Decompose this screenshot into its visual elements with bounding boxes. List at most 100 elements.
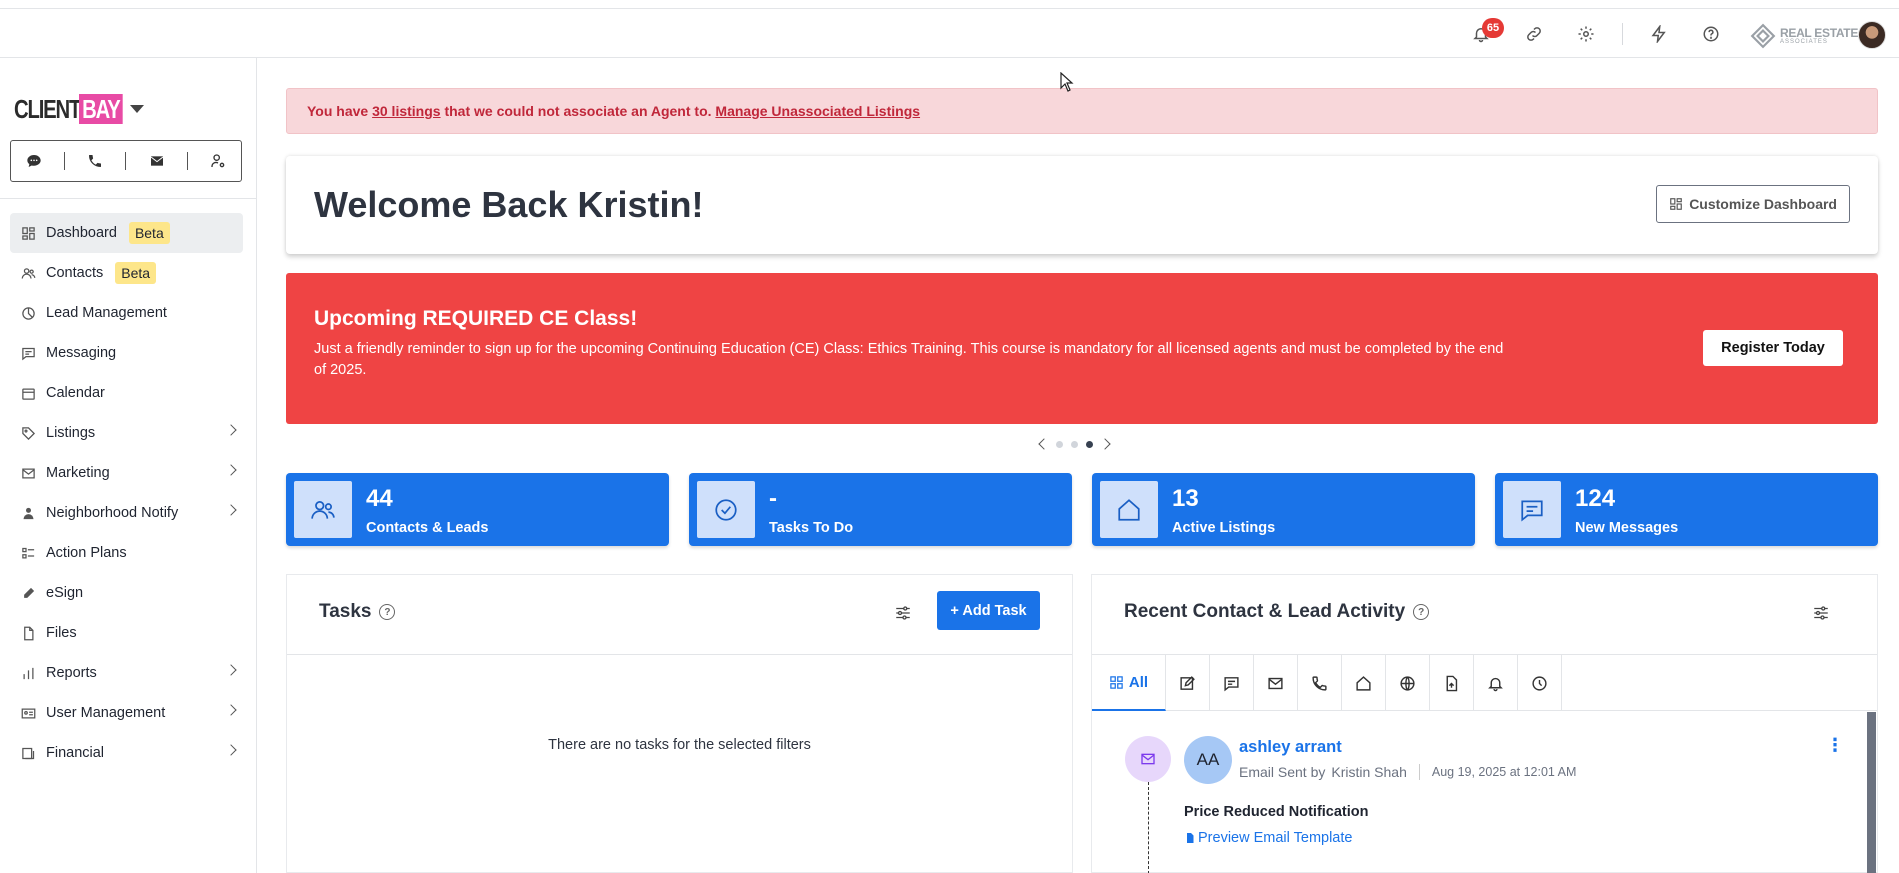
- customize-dashboard-button[interactable]: Customize Dashboard: [1656, 185, 1850, 223]
- sidebar-item-listings[interactable]: Listings: [10, 413, 243, 453]
- stat-label: Active Listings: [1172, 520, 1276, 536]
- quick-email-button[interactable]: [142, 146, 172, 176]
- help-button[interactable]: [1698, 21, 1724, 47]
- contact-name-link[interactable]: ashley arrant: [1239, 738, 1342, 757]
- quick-actions-button[interactable]: [1646, 21, 1672, 47]
- bar-chart-icon: [20, 665, 36, 681]
- add-task-button[interactable]: + Add Task: [937, 591, 1040, 630]
- sidebar-item-neighborhood-notify[interactable]: Neighborhood Notify: [10, 493, 243, 533]
- sidebar-item-label: eSign: [46, 585, 84, 601]
- sidebar-item-label: Calendar: [46, 385, 105, 401]
- tab-listings[interactable]: [1342, 655, 1386, 711]
- pie-chart-icon: [20, 305, 36, 321]
- help-icon[interactable]: ?: [379, 604, 396, 620]
- message-square-icon: [20, 345, 36, 361]
- carousel-dot[interactable]: [1071, 440, 1078, 448]
- quick-call-button[interactable]: [80, 146, 110, 176]
- tab-messages[interactable]: [1210, 655, 1254, 711]
- sidebar-item-messaging[interactable]: Messaging: [10, 333, 243, 373]
- calendar-icon: [20, 385, 36, 401]
- banner-body: Just a friendly reminder to sign up for …: [314, 341, 1504, 378]
- sidebar-item-calendar[interactable]: Calendar: [10, 373, 243, 413]
- notifications-button[interactable]: 65: [1468, 18, 1504, 47]
- client-bay-logo[interactable]: CLIENT BAY: [14, 94, 123, 125]
- help-icon[interactable]: ?: [1413, 604, 1430, 620]
- sidebar-item-contacts[interactable]: Contacts Beta: [10, 253, 243, 293]
- top-bar: 65 REAL ESTATE ASSOCIATES: [0, 8, 1899, 58]
- brand-client: CLIENT: [14, 94, 81, 124]
- sidebar-item-lead-management[interactable]: Lead Management: [10, 293, 243, 333]
- tab-all[interactable]: All: [1092, 655, 1166, 711]
- sidebar-item-label: Files: [46, 625, 77, 641]
- person-icon: [20, 505, 36, 521]
- sidebar-item-label: Marketing: [46, 465, 110, 481]
- links-button[interactable]: [1521, 21, 1547, 47]
- sidebar-item-financial[interactable]: Financial: [10, 733, 243, 773]
- house-icon: [1100, 481, 1158, 538]
- sidebar-item-esign[interactable]: eSign: [10, 573, 243, 613]
- tasks-filter-button[interactable]: [891, 601, 915, 625]
- stat-contacts-leads[interactable]: 44 Contacts & Leads: [286, 473, 669, 546]
- stat-value: 13: [1172, 485, 1199, 512]
- carousel-next-icon[interactable]: [1099, 438, 1111, 450]
- users-icon: [294, 481, 352, 538]
- tab-documents[interactable]: [1430, 655, 1474, 711]
- tag-icon: [20, 425, 36, 441]
- stat-tasks-to-do[interactable]: - Tasks To Do: [689, 473, 1072, 546]
- sidebar-item-marketing[interactable]: Marketing: [10, 453, 243, 493]
- tab-alerts[interactable]: [1474, 655, 1518, 711]
- tab-calls[interactable]: [1298, 655, 1342, 711]
- carousel-prev-icon[interactable]: [1038, 438, 1050, 450]
- brand-dropdown-icon[interactable]: [130, 105, 144, 113]
- envelope-icon: [1141, 753, 1155, 765]
- document-icon: [1187, 833, 1194, 843]
- sidebar-item-user-management[interactable]: User Management: [10, 693, 243, 733]
- tab-emails[interactable]: [1254, 655, 1298, 711]
- more-options-icon[interactable]: ⋮: [1826, 736, 1844, 760]
- logo-text: REAL ESTATE: [1780, 25, 1859, 40]
- sidebar-item-label: Reports: [46, 665, 97, 681]
- tab-history[interactable]: [1518, 655, 1562, 711]
- diamond-logo-icon: [1750, 23, 1776, 49]
- carousel-dot-active[interactable]: [1086, 440, 1093, 448]
- house-icon: [1356, 675, 1371, 691]
- tab-website[interactable]: [1386, 655, 1430, 711]
- page-title: Welcome Back Kristin!: [314, 184, 704, 225]
- sidebar-item-files[interactable]: Files: [10, 613, 243, 653]
- user-avatar[interactable]: [1858, 21, 1886, 49]
- chat-bubble-icon: [26, 155, 41, 167]
- contact-avatar[interactable]: AA: [1184, 736, 1232, 784]
- scrollbar-thumb[interactable]: [1867, 712, 1876, 873]
- sidebar-item-reports[interactable]: Reports: [10, 653, 243, 693]
- listings-count-link[interactable]: 30 listings: [372, 103, 440, 119]
- dashboard-grid-icon: [20, 225, 36, 241]
- preview-email-template-link[interactable]: Preview Email Template: [1184, 830, 1352, 846]
- phone-icon: [89, 155, 102, 167]
- mail-marketing-icon: [20, 465, 36, 481]
- activity-scrollbar[interactable]: [1867, 712, 1876, 873]
- tab-notes[interactable]: [1166, 655, 1210, 711]
- sidebar-item-action-plans[interactable]: Action Plans: [10, 533, 243, 573]
- activity-filter-button[interactable]: [1809, 601, 1833, 625]
- message-square-icon: [1224, 676, 1239, 691]
- register-today-button[interactable]: Register Today: [1703, 330, 1843, 366]
- chevron-right-icon: [225, 424, 237, 436]
- globe-icon: [1400, 675, 1415, 691]
- id-card-icon: [20, 705, 36, 721]
- settings-button[interactable]: [1573, 21, 1599, 47]
- sidebar-item-label: User Management: [46, 705, 166, 721]
- stat-new-messages[interactable]: 124 New Messages: [1495, 473, 1878, 546]
- stat-label: Contacts & Leads: [366, 520, 489, 536]
- carousel-dot[interactable]: [1056, 440, 1063, 448]
- manage-unassociated-link[interactable]: Manage Unassociated Listings: [715, 103, 920, 119]
- file-upload-icon: [1446, 675, 1458, 691]
- quick-message-button[interactable]: [19, 146, 49, 176]
- pen-icon: [20, 585, 36, 601]
- stat-value: -: [769, 485, 777, 512]
- chevron-right-icon: [225, 704, 237, 716]
- stat-active-listings[interactable]: 13 Active Listings: [1092, 473, 1475, 546]
- quick-add-contact-button[interactable]: [203, 146, 233, 176]
- sidebar-item-dashboard[interactable]: Dashboard Beta: [10, 213, 243, 253]
- users-icon: [20, 265, 36, 281]
- email-subject: Price Reduced Notification: [1184, 804, 1369, 820]
